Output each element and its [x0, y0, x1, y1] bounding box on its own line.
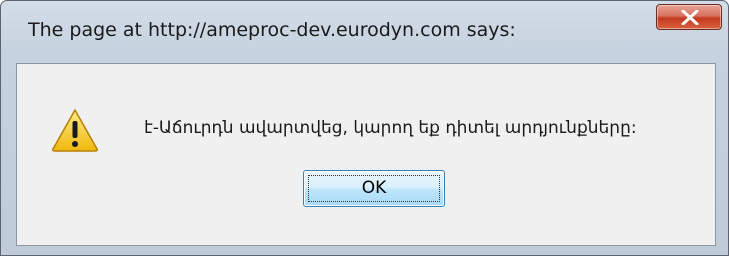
close-icon: [681, 10, 699, 25]
dialog-title: The page at http://ameproc-dev.eurodyn.c…: [28, 19, 516, 41]
close-button[interactable]: [656, 4, 722, 30]
dialog-message: է-Աճուրդն ավարտվեց, կարող եք դիտել արդյո…: [144, 118, 637, 138]
ok-button-label: OK: [361, 178, 387, 198]
dialog-body: է-Աճուրդն ավարտվեց, կարող եք դիտել արդյո…: [16, 63, 716, 246]
alert-dialog-window: The page at http://ameproc-dev.eurodyn.c…: [0, 0, 729, 256]
dialog-titlebar[interactable]: The page at http://ameproc-dev.eurodyn.c…: [1, 1, 728, 61]
ok-button[interactable]: OK: [303, 170, 445, 207]
warning-icon: [52, 109, 98, 152]
